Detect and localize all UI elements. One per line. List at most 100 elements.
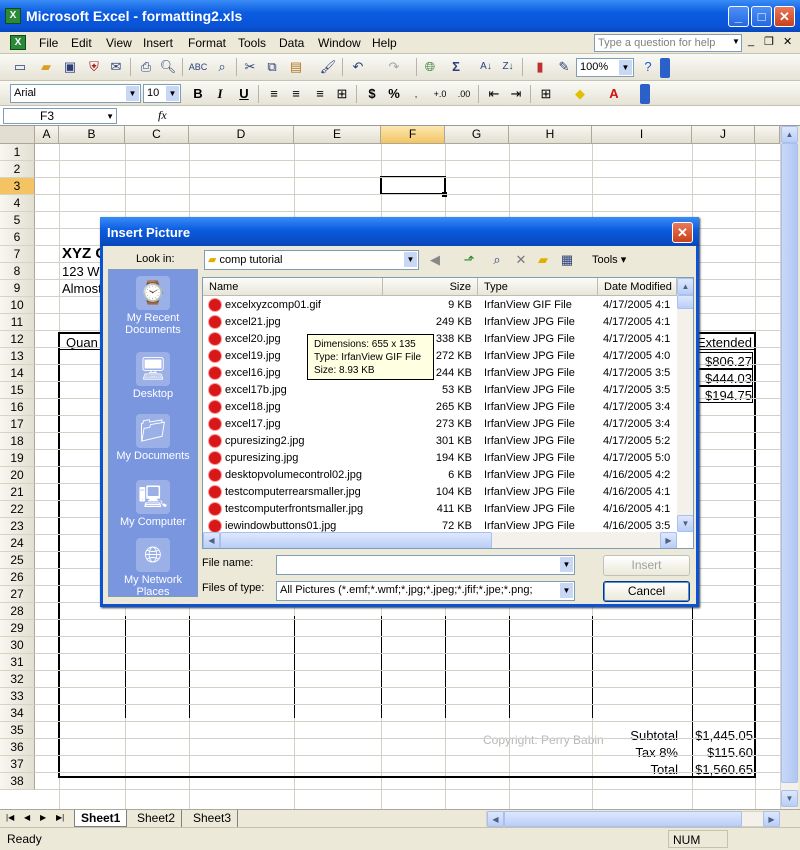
row-header[interactable]: 2	[0, 161, 35, 178]
place-my-documents[interactable]: 📁︎ My Documents	[109, 414, 197, 462]
file-row[interactable]: excel21.jpg 249 KB IrfanView JPG File 4/17/…	[203, 314, 677, 331]
chevron-down-icon[interactable]: ▼	[126, 86, 139, 101]
chevron-down-icon[interactable]: ▼	[619, 60, 632, 75]
row-header[interactable]: 29	[0, 620, 35, 637]
row-header[interactable]: 13	[0, 348, 35, 365]
hyperlink-icon[interactable]: 🌐︎	[420, 57, 440, 77]
copy-icon[interactable]: ⧉	[262, 57, 282, 77]
sort-descending-icon[interactable]: Z↓	[498, 57, 518, 77]
row-header[interactable]: 22	[0, 501, 35, 518]
row-header[interactable]: 14	[0, 365, 35, 382]
zoom-select[interactable]: 100% ▼	[576, 58, 634, 77]
formula-input[interactable]	[178, 108, 798, 124]
increase-indent-icon[interactable]: ⇥	[506, 84, 526, 104]
row-header[interactable]: 35	[0, 722, 35, 739]
row-header[interactable]: 4	[0, 195, 35, 212]
row-header[interactable]: 37	[0, 756, 35, 773]
row-header[interactable]: 3	[0, 178, 35, 195]
menu-edit[interactable]: Edit	[71, 36, 92, 50]
up-folder-icon[interactable]: ⬏	[459, 250, 479, 270]
delete-icon[interactable]: ✕	[511, 250, 531, 270]
row-header[interactable]: 17	[0, 416, 35, 433]
file-row[interactable]: testcomputerrearsmaller.jpg 104 KB IrfanVi…	[203, 484, 677, 501]
select-all-corner[interactable]	[0, 126, 35, 144]
tab-sheet3[interactable]: Sheet3	[187, 810, 239, 827]
undo-icon[interactable]: ↶	[348, 57, 368, 77]
help-question-input[interactable]: Type a question for help	[594, 34, 742, 52]
row-header[interactable]: 38	[0, 773, 35, 790]
align-center-icon[interactable]: ≡	[286, 84, 306, 104]
row-header[interactable]: 27	[0, 586, 35, 603]
column-header[interactable]: J	[692, 126, 755, 144]
row-header[interactable]: 32	[0, 671, 35, 688]
open-icon[interactable]: ▰	[36, 57, 56, 77]
chevron-down-icon[interactable]: ▼	[106, 110, 114, 124]
font-size-select[interactable]: 10 ▼	[143, 84, 181, 103]
bold-button[interactable]: B	[188, 84, 208, 104]
toolbar-options-icon[interactable]	[640, 84, 650, 104]
email-icon[interactable]: ✉	[106, 57, 126, 77]
redo-icon[interactable]: ↷	[384, 57, 404, 77]
chevron-down-icon[interactable]: ▼	[166, 86, 179, 101]
row-header[interactable]: 33	[0, 688, 35, 705]
workbook-icon[interactable]: X	[10, 35, 26, 50]
file-row[interactable]: excel17.jpg 273 KB IrfanView JPG File 4/17/…	[203, 416, 677, 433]
place-my-computer[interactable]: 🖳 My Computer	[109, 480, 197, 528]
active-cell-f3[interactable]	[380, 176, 446, 195]
menu-insert[interactable]: Insert	[143, 36, 173, 50]
font-select[interactable]: Arial ▼	[10, 84, 141, 103]
align-right-icon[interactable]: ≡	[310, 84, 330, 104]
horizontal-scroll-thumb[interactable]	[220, 532, 492, 548]
autosum-icon[interactable]: Σ	[446, 57, 466, 77]
new-folder-icon[interactable]: ▰	[533, 250, 553, 270]
row-header[interactable]: 18	[0, 433, 35, 450]
insert-function-icon[interactable]: fx	[158, 108, 167, 123]
scroll-up-icon[interactable]: ▲	[677, 278, 693, 295]
file-list[interactable]: Name Size Type Date Modified excelxyzcom…	[202, 277, 694, 549]
place-desktop[interactable]: 🖥︎ Desktop	[109, 352, 197, 400]
place-my-recent-documents[interactable]: ⌚ My Recent Documents	[109, 276, 197, 336]
percent-button[interactable]: %	[384, 84, 404, 104]
tab-sheet1[interactable]: Sheet1	[74, 810, 128, 827]
row-header[interactable]: 28	[0, 603, 35, 620]
row-header[interactable]: 11	[0, 314, 35, 331]
row-header[interactable]: 26	[0, 569, 35, 586]
help-icon[interactable]: ?	[638, 57, 658, 77]
row-header[interactable]: 30	[0, 637, 35, 654]
scroll-left-icon[interactable]: ◀	[487, 811, 504, 827]
column-header[interactable]	[755, 126, 780, 144]
row-header[interactable]: 24	[0, 535, 35, 552]
row-header[interactable]: 10	[0, 297, 35, 314]
menu-format[interactable]: Format	[188, 36, 226, 50]
row-header[interactable]: 23	[0, 518, 35, 535]
file-row[interactable]: excel19.jpg 272 KB IrfanView JPG File 4/17/…	[203, 348, 677, 365]
scroll-down-icon[interactable]: ▼	[781, 790, 798, 807]
maximize-button[interactable]: □	[751, 6, 772, 27]
cut-icon[interactable]: ✂	[240, 57, 260, 77]
paste-icon[interactable]: ▤	[286, 57, 306, 77]
file-row[interactable]: cpuresizing.jpg 194 KB IrfanView JPG File 4…	[203, 450, 677, 467]
spelling-icon[interactable]: ABC	[188, 57, 208, 77]
column-header-selected[interactable]: F	[381, 126, 445, 144]
views-icon[interactable]: ▦	[557, 250, 577, 270]
first-sheet-icon[interactable]: |◀	[6, 813, 14, 822]
row-header[interactable]: 21	[0, 484, 35, 501]
scroll-right-icon[interactable]: ▶	[660, 532, 677, 548]
workbook-restore-button[interactable]: ❐	[764, 35, 774, 48]
scroll-down-icon[interactable]: ▼	[677, 515, 693, 532]
file-list-vscroll[interactable]: ▲ ▼	[677, 278, 693, 532]
file-row[interactable]: cpuresizing2.jpg 301 KB IrfanView JPG File…	[203, 433, 677, 450]
column-header[interactable]: C	[125, 126, 189, 144]
next-sheet-icon[interactable]: ▶	[40, 813, 46, 822]
last-sheet-icon[interactable]: ▶|	[56, 813, 64, 822]
column-header[interactable]: E	[294, 126, 381, 144]
close-button[interactable]: ✕	[774, 6, 795, 27]
file-type-select[interactable]: All Pictures (*.emf;*.wmf;*.jpg;*.jpeg;*…	[276, 581, 575, 601]
align-left-icon[interactable]: ≡	[264, 84, 284, 104]
row-header[interactable]: 8	[0, 263, 35, 280]
workbook-close-button[interactable]: ✕	[783, 35, 792, 48]
row-header[interactable]: 5	[0, 212, 35, 229]
search-web-icon[interactable]: ⌕	[487, 250, 507, 270]
row-header[interactable]: 34	[0, 705, 35, 722]
file-row[interactable]: excel16.jpg 244 KB IrfanView JPG File 4/17/…	[203, 365, 677, 382]
